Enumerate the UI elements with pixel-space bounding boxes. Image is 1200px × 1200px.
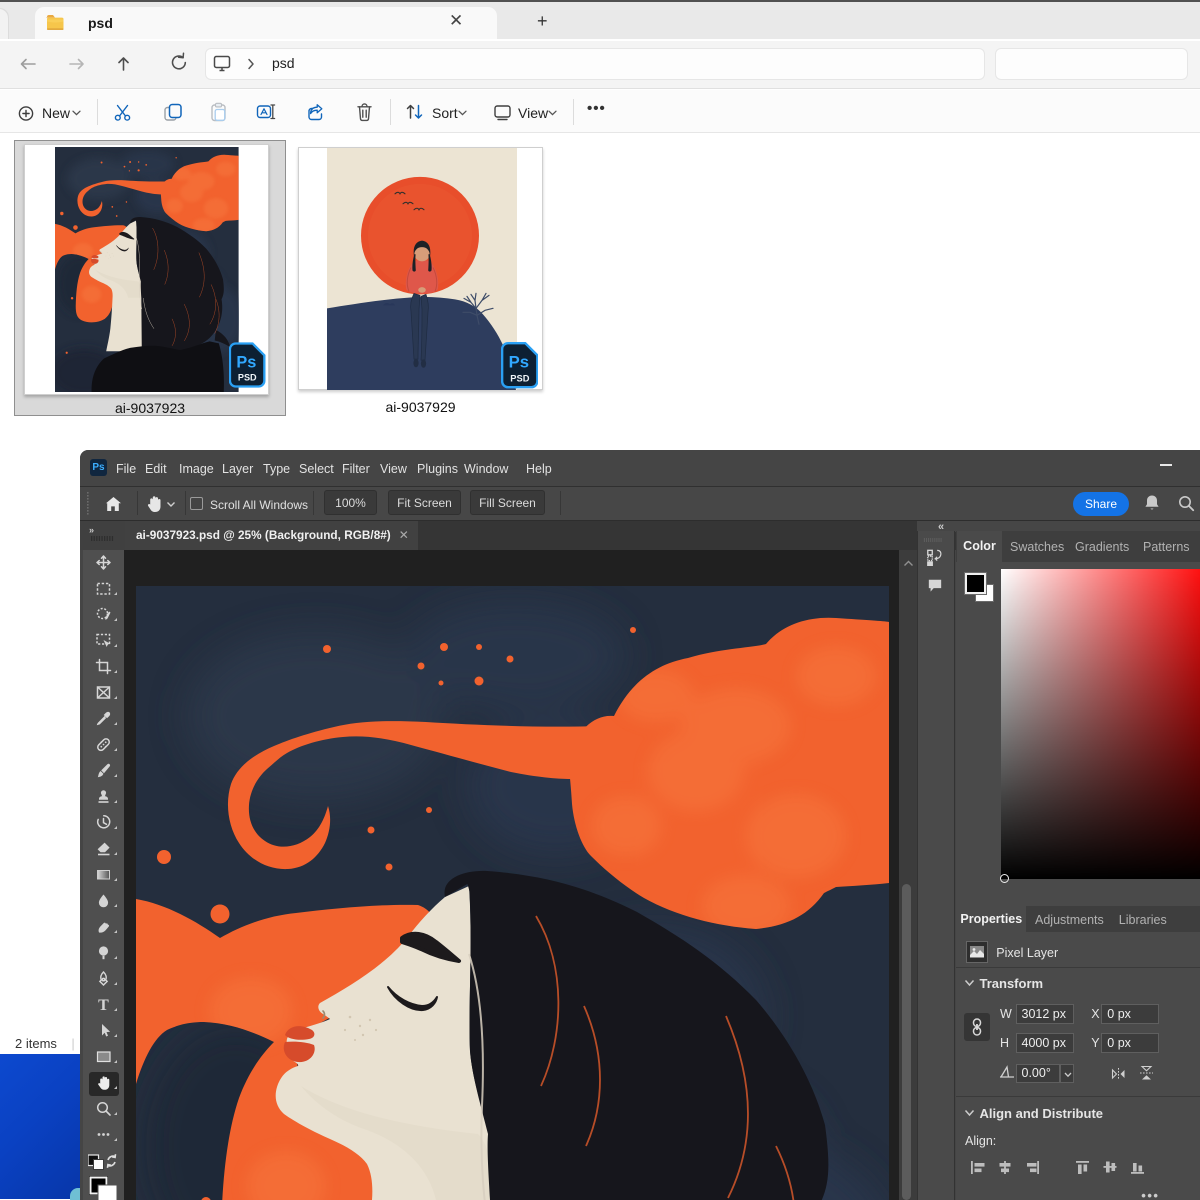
svg-text:T: T	[98, 997, 109, 1014]
